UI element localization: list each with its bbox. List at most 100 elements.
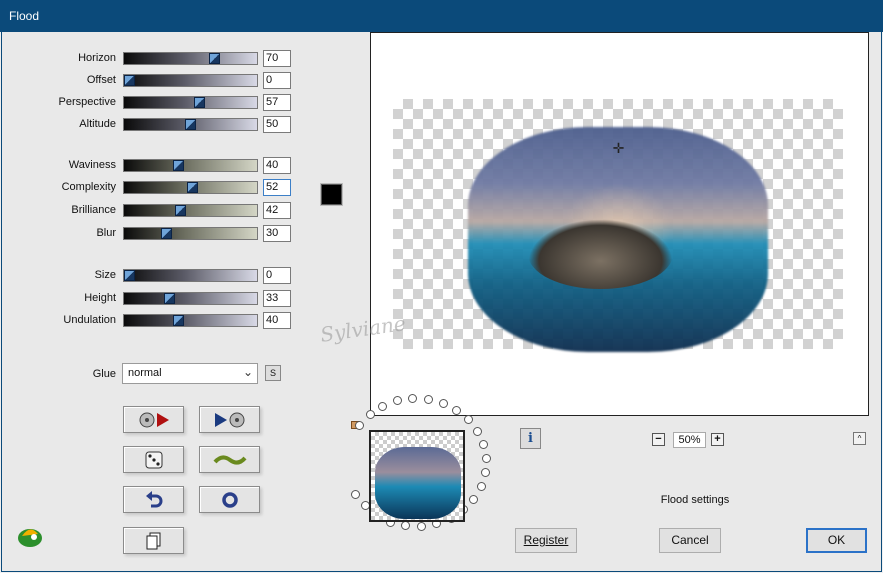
slider-track[interactable]	[123, 96, 258, 109]
info-button[interactable]: i	[520, 428, 541, 449]
preset-slot[interactable]	[439, 399, 448, 408]
next-preset-icon	[214, 412, 244, 427]
ok-label: OK	[827, 533, 846, 547]
copy-button[interactable]	[123, 527, 184, 554]
preset-slot[interactable]	[417, 522, 426, 531]
previous-preset-icon	[139, 412, 169, 427]
slider-track[interactable]	[123, 74, 258, 87]
slider-label: Horizon	[78, 52, 116, 64]
slider-track[interactable]	[123, 227, 258, 240]
slider-thumb[interactable]	[209, 53, 220, 64]
slider-thumb[interactable]	[175, 205, 186, 216]
preset-slot[interactable]	[481, 468, 490, 477]
s-button[interactable]: S	[265, 365, 281, 381]
slider-value-input[interactable]: 33	[263, 290, 291, 307]
slider-row-altitude: Altitude 50	[2, 116, 292, 134]
title-bar: Flood	[0, 0, 883, 32]
slider-thumb[interactable]	[124, 270, 135, 281]
chevron-down-icon: ⌄	[242, 365, 253, 379]
slider-value-input[interactable]: 42	[263, 202, 291, 219]
slider-thumb[interactable]	[161, 228, 172, 239]
dialog-body: Horizon 70 Offset 0 Perspective 57 Altitude 50 W…	[1, 32, 882, 572]
slider-value-input[interactable]: 0	[263, 72, 291, 89]
next-preset-button[interactable]	[199, 406, 260, 433]
preset-slot[interactable]	[464, 415, 473, 424]
slider-value-input[interactable]: 52	[263, 179, 291, 196]
preset-slot[interactable]	[479, 440, 488, 449]
slider-track[interactable]	[123, 269, 258, 282]
slider-label: Blur	[96, 227, 116, 239]
preset-slot[interactable]	[401, 521, 410, 530]
preset-slot[interactable]	[408, 394, 417, 403]
slider-thumb[interactable]	[124, 75, 135, 86]
slider-value-input[interactable]: 30	[263, 225, 291, 242]
slider-track[interactable]	[123, 118, 258, 131]
preset-slot[interactable]	[351, 490, 360, 499]
thumbnail-image	[375, 447, 461, 519]
glue-select[interactable]: normal ⌄	[122, 363, 258, 384]
slider-label: Complexity	[61, 181, 116, 193]
slider-track[interactable]	[123, 159, 258, 172]
slider-track[interactable]	[123, 52, 258, 65]
slider-value-input[interactable]: 50	[263, 116, 291, 133]
slider-row-size: Size 0	[2, 267, 292, 285]
cancel-button[interactable]: Cancel	[659, 528, 721, 553]
wave-icon	[212, 454, 247, 465]
slider-label: Height	[84, 292, 116, 304]
slider-label: Size	[94, 269, 116, 281]
preset-slot[interactable]	[355, 421, 364, 430]
preset-slot[interactable]	[393, 396, 402, 405]
slider-thumb[interactable]	[194, 97, 205, 108]
slider-track[interactable]	[123, 314, 258, 327]
slider-label: Undulation	[63, 314, 116, 326]
collapse-button[interactable]: ^	[853, 432, 866, 445]
slider-thumb[interactable]	[173, 160, 184, 171]
slider-value-input[interactable]: 40	[263, 157, 291, 174]
thumbnail-preview[interactable]	[369, 430, 465, 522]
register-label: Register	[523, 533, 569, 547]
window-title: Flood	[9, 9, 40, 23]
preset-slot[interactable]	[473, 427, 482, 436]
app-logo	[18, 529, 42, 547]
slider-value-input[interactable]: 40	[263, 312, 291, 329]
slider-row-offset: Offset 0	[2, 72, 292, 90]
slider-row-waviness: Waviness 40	[2, 157, 292, 175]
preview-canvas[interactable]: ✛	[370, 32, 869, 416]
ok-button[interactable]: OK	[806, 528, 867, 553]
slider-row-complexity: Complexity 52	[2, 179, 292, 197]
slider-label: Waviness	[68, 159, 116, 171]
slider-track[interactable]	[123, 181, 258, 194]
cancel-label: Cancel	[671, 533, 709, 547]
slider-thumb[interactable]	[187, 182, 198, 193]
preset-slot[interactable]	[452, 406, 461, 415]
status-text: Flood settings	[660, 494, 730, 506]
preset-slot[interactable]	[424, 395, 433, 404]
slider-label: Altitude	[79, 118, 116, 130]
slider-value-input[interactable]: 0	[263, 267, 291, 284]
slider-thumb[interactable]	[173, 315, 184, 326]
wave-button[interactable]	[199, 446, 260, 473]
slider-thumb[interactable]	[185, 119, 196, 130]
slider-row-blur: Blur 30	[2, 225, 292, 243]
slider-track[interactable]	[123, 292, 258, 305]
zoom-out-button[interactable]: −	[652, 433, 665, 446]
zoom-in-button[interactable]: +	[711, 433, 724, 446]
preset-slot[interactable]	[378, 402, 387, 411]
slider-value-input[interactable]: 70	[263, 50, 291, 67]
undo-button[interactable]	[123, 486, 184, 513]
undo-icon	[145, 490, 162, 507]
reset-button[interactable]	[199, 486, 260, 513]
slider-thumb[interactable]	[164, 293, 175, 304]
reset-circle-icon	[221, 491, 238, 508]
preset-slot[interactable]	[366, 410, 375, 419]
register-button[interactable]: Register	[515, 528, 577, 553]
color-swatch[interactable]	[320, 183, 343, 206]
previous-preset-button[interactable]	[123, 406, 184, 433]
zoom-level: 50%	[673, 432, 706, 448]
slider-track[interactable]	[123, 204, 258, 217]
slider-value-input[interactable]: 57	[263, 94, 291, 111]
preset-slot[interactable]	[477, 482, 486, 491]
random-button[interactable]	[123, 446, 184, 473]
preset-slot[interactable]	[482, 454, 491, 463]
preset-slot[interactable]	[469, 495, 478, 504]
